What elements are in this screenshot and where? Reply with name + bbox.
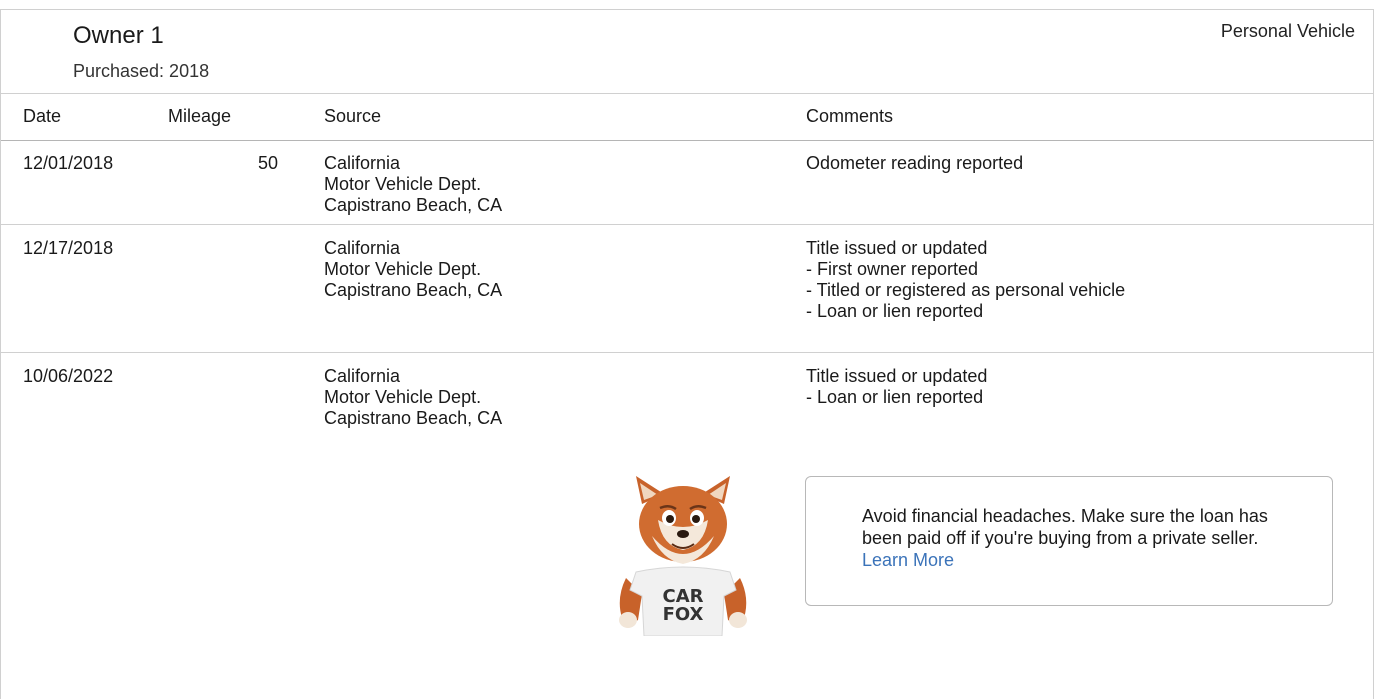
row-mileage: 50: [257, 153, 278, 173]
owner-title: Owner 1: [73, 22, 164, 49]
comment-head: Title issued or updated: [806, 366, 988, 386]
source-line: Motor Vehicle Dept.: [324, 259, 482, 279]
table-header: Date Mileage Source Comments: [1, 93, 1373, 141]
source-line: Capistrano Beach, CA: [324, 280, 503, 300]
row-comments: Title issued or updated - Loan or lien r…: [806, 366, 987, 408]
tip-text: Avoid financial headaches. Make sure the…: [862, 505, 1282, 571]
comment-line: - First owner reported: [806, 259, 979, 279]
learn-more-link[interactable]: Learn More: [862, 550, 954, 570]
vehicle-type-label: Personal Vehicle: [1220, 21, 1355, 41]
row-source: California Motor Vehicle Dept. Capistran…: [324, 153, 502, 216]
row-source: California Motor Vehicle Dept. Capistran…: [324, 238, 502, 301]
source-line: Motor Vehicle Dept.: [324, 387, 482, 407]
comment-line: - Loan or lien reported: [806, 387, 984, 407]
source-line: California: [324, 238, 401, 258]
comment-head: Title issued or updated: [806, 238, 988, 258]
table-row: 12/17/2018 California Motor Vehicle Dept…: [1, 225, 1373, 353]
comment-line: - Titled or registered as personal vehic…: [806, 280, 1126, 300]
row-comments: Title issued or updated - First owner re…: [806, 238, 1125, 322]
shirt-text-line2: FOX: [663, 604, 704, 625]
row-date: 12/01/2018: [23, 153, 114, 173]
comment-line: - Loan or lien reported: [806, 301, 984, 321]
source-line: California: [324, 153, 401, 173]
carfox-mascot-icon: CAR FOX: [619, 476, 747, 636]
row-date: 12/17/2018: [23, 238, 114, 258]
loan-tip-box: Avoid financial headaches. Make sure the…: [805, 476, 1333, 606]
header-source: Source: [324, 106, 382, 126]
row-comments: Odometer reading reported: [806, 153, 1023, 174]
header-comments: Comments: [806, 106, 894, 126]
source-line: Motor Vehicle Dept.: [324, 174, 482, 194]
source-line: Capistrano Beach, CA: [324, 195, 503, 215]
purchased-year: Purchased: 2018: [73, 61, 210, 81]
table-row: 10/06/2022 California Motor Vehicle Dept…: [1, 353, 1373, 453]
row-date: 10/06/2022: [23, 366, 114, 386]
row-source: California Motor Vehicle Dept. Capistran…: [324, 366, 502, 429]
source-line: Capistrano Beach, CA: [324, 408, 503, 428]
header-date: Date: [23, 106, 62, 126]
comment-head: Odometer reading reported: [806, 153, 1024, 173]
table-row: 12/01/2018 50 California Motor Vehicle D…: [1, 140, 1373, 225]
source-line: California: [324, 366, 401, 386]
header-mileage: Mileage: [168, 106, 232, 126]
tip-message: Avoid financial headaches. Make sure the…: [862, 506, 1268, 548]
